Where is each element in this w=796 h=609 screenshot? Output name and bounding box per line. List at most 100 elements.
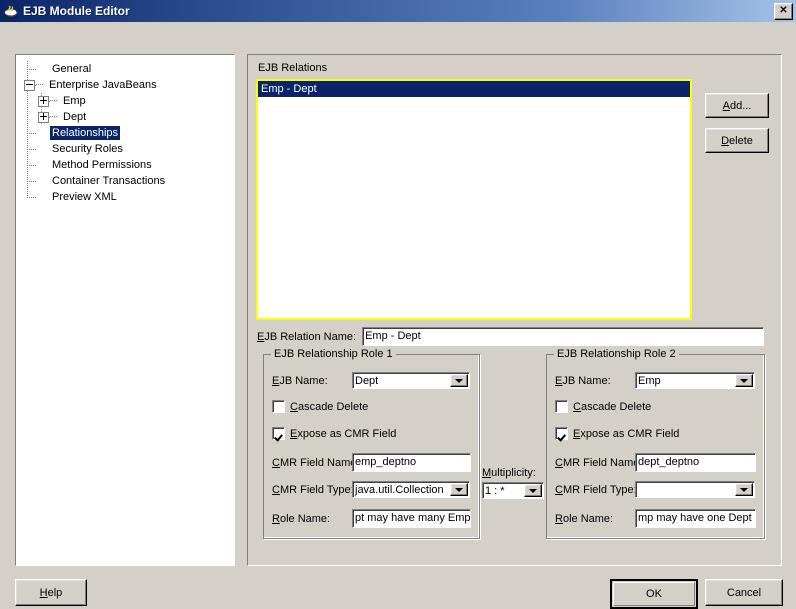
- role1-cmr-type-combo[interactable]: java.util.Collection: [352, 481, 470, 498]
- tree-item-label: Enterprise JavaBeans: [49, 79, 157, 91]
- window-title: EJB Module Editor: [23, 4, 130, 18]
- tree-item-label: Dept: [63, 111, 87, 123]
- tree-connector: [50, 93, 58, 109]
- chevron-down-icon[interactable]: [524, 484, 542, 497]
- tree-item-label: General: [52, 63, 92, 75]
- delete-button[interactable]: Delete: [705, 128, 769, 153]
- role2-cmr-type-label: CMR Field Type:: [555, 483, 637, 496]
- chevron-down-icon[interactable]: [450, 374, 468, 387]
- role1-ejb-name-value: Dept: [355, 375, 379, 387]
- role2-expose-row[interactable]: Expose as CMR Field: [555, 427, 679, 440]
- tree-indent: [20, 93, 34, 109]
- ok-button[interactable]: OK: [610, 579, 698, 609]
- tree-connector: [20, 125, 36, 141]
- tree-item-security-roles[interactable]: Security Roles: [20, 141, 234, 157]
- tree-item-preview-xml[interactable]: Preview XML: [20, 189, 234, 205]
- tree-item-label: Container Transactions: [52, 175, 166, 187]
- tree-item-label: Emp: [63, 95, 86, 107]
- role2-cascade-row[interactable]: Cascade Delete: [555, 400, 651, 413]
- role2-cmr-type-combo[interactable]: [635, 481, 755, 498]
- tree-item-enterprise-javabeans[interactable]: Enterprise JavaBeans: [20, 77, 234, 93]
- tree-connector: [20, 173, 36, 189]
- role2-role-name-input[interactable]: mp may have one Dept: [635, 509, 756, 528]
- multiplicity-value: 1 : *: [485, 485, 505, 497]
- close-icon[interactable]: ✕: [774, 2, 793, 20]
- chevron-down-icon[interactable]: [735, 374, 753, 387]
- tree-item-relationships[interactable]: Relationships: [20, 125, 234, 141]
- role1-cascade-checkbox[interactable]: [272, 400, 285, 413]
- ejb-relations-label: EJB Relations: [258, 62, 328, 74]
- multiplicity-combo[interactable]: 1 : *: [482, 482, 544, 499]
- role1-cascade-label: Cascade Delete: [290, 400, 369, 413]
- tree-connector: [20, 141, 36, 157]
- role2-ejb-name-value: Emp: [638, 375, 661, 387]
- cancel-button-label: Cancel: [726, 586, 762, 599]
- relation-name-input[interactable]: Emp - Dept: [362, 327, 765, 346]
- tree-indent: [20, 109, 34, 125]
- expand-icon[interactable]: [38, 111, 49, 123]
- role1-role-name-input[interactable]: pt may have many Emp: [352, 509, 471, 528]
- tree-item-dept[interactable]: Dept: [20, 109, 234, 125]
- help-button[interactable]: Help: [15, 579, 87, 606]
- role1-ejb-name-row: EJB Name: Dept: [272, 372, 470, 389]
- role1-cmr-name-input[interactable]: emp_deptno: [352, 453, 471, 472]
- multiplicity-control: Multiplicity: 1 : *: [482, 467, 544, 499]
- role1-expose-row[interactable]: Expose as CMR Field: [272, 427, 396, 440]
- tree-connector: [20, 61, 36, 77]
- role2-expose-checkbox[interactable]: [555, 427, 568, 440]
- cancel-button[interactable]: Cancel: [705, 579, 783, 606]
- tree-item-label: Security Roles: [52, 143, 123, 155]
- role2-cmr-type-row: CMR Field Type:: [555, 481, 755, 498]
- help-button-label: Help: [39, 586, 63, 599]
- tree-connector: [36, 77, 44, 93]
- tree-connector: [34, 109, 50, 125]
- role2-cmr-name-label: CMR Field Name:: [555, 456, 643, 469]
- role1-role-name-label: Role Name:: [272, 512, 331, 525]
- list-item[interactable]: Emp - Dept: [258, 81, 690, 97]
- navigation-tree[interactable]: General Enterprise JavaBeans Emp Dept Relati…: [15, 54, 235, 566]
- tree-connector: [50, 109, 58, 125]
- relation-name-row: EJB Relation Name: Emp - Dept: [257, 327, 765, 346]
- tree-connector: [34, 93, 50, 109]
- tree-item-label: Method Permissions: [52, 159, 152, 171]
- add-button-label: Add...: [722, 99, 752, 112]
- tree-item-method-permissions[interactable]: Method Permissions: [20, 157, 234, 173]
- role2-ejb-name-label: EJB Name:: [555, 374, 611, 387]
- java-bean-icon: [3, 3, 19, 19]
- role1-groupbox: EJB Relationship Role 1 EJB Name: Dept C…: [263, 348, 480, 539]
- tree-item-label: Preview XML: [52, 191, 117, 203]
- collapse-icon[interactable]: [24, 79, 35, 91]
- role2-expose-label: Expose as CMR Field: [573, 427, 680, 440]
- role1-cmr-type-value: java.util.Collection: [355, 484, 444, 496]
- role2-groupbox: EJB Relationship Role 2 EJB Name: Emp Ca…: [546, 348, 765, 539]
- chevron-down-icon[interactable]: [735, 483, 753, 496]
- ok-button-inner: OK: [613, 582, 695, 606]
- tree-item-general[interactable]: General: [20, 61, 234, 77]
- relationships-panel: EJB Relations Emp - Dept Add... Delete E…: [247, 54, 782, 566]
- role2-cascade-checkbox[interactable]: [555, 400, 568, 413]
- role1-expose-checkbox[interactable]: [272, 427, 285, 440]
- chevron-down-icon[interactable]: [450, 483, 468, 496]
- tree-item-container-transactions[interactable]: Container Transactions: [20, 173, 234, 189]
- role1-ejb-name-combo[interactable]: Dept: [352, 372, 470, 389]
- multiplicity-label: Multiplicity:: [482, 467, 536, 479]
- ejb-relations-list[interactable]: Emp - Dept: [256, 79, 692, 320]
- role2-cmr-name-input[interactable]: dept_deptno: [635, 453, 756, 472]
- role2-ejb-name-row: EJB Name: Emp: [555, 372, 755, 389]
- tree-connector: [20, 157, 36, 173]
- dialog-body: General Enterprise JavaBeans Emp Dept Relati…: [0, 22, 796, 609]
- role1-cascade-row[interactable]: Cascade Delete: [272, 400, 368, 413]
- tree-item-emp[interactable]: Emp: [20, 93, 234, 109]
- expand-icon[interactable]: [38, 95, 49, 107]
- role2-role-name-label: Role Name:: [555, 512, 614, 525]
- role2-ejb-name-combo[interactable]: Emp: [635, 372, 755, 389]
- role1-role-name-row: Role Name: pt may have many Emp: [272, 509, 471, 528]
- window-controls: ✕: [774, 2, 793, 20]
- delete-button-label: Delete: [721, 134, 753, 147]
- role1-expose-label: Expose as CMR Field: [290, 427, 397, 440]
- tree-connector: [20, 77, 36, 93]
- role2-cmr-type-value: [636, 482, 735, 497]
- add-button[interactable]: Add...: [705, 93, 769, 118]
- relation-detail-form: EJB Relation Name: Emp - Dept EJB Relati…: [257, 327, 771, 555]
- role1-cmr-type-label: CMR Field Type:: [272, 483, 354, 496]
